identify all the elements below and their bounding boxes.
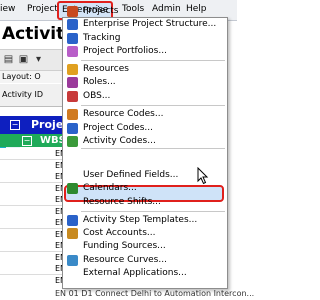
preview-icon[interactable]: ▣ (18, 54, 29, 65)
menu-item-label: Project Portfolios... (83, 46, 167, 56)
menu-item-cost-accounts[interactable]: Cost Accounts... (63, 227, 227, 240)
menu-item-resource-curves[interactable]: Resource Curves... (63, 254, 227, 267)
menu-separator (81, 148, 225, 149)
table-row[interactable]: EN (0, 240, 66, 252)
table-row[interactable]: EN (0, 274, 66, 287)
table-row[interactable]: EN (0, 228, 66, 241)
menu-item-label: Enterprise Project Structure... (83, 19, 217, 29)
layout-label: Layout: O (2, 72, 41, 81)
menu-item-enterprise-project-structure[interactable]: Enterprise Project Structure... (63, 18, 227, 31)
table-row[interactable]: EN (0, 205, 66, 218)
projects-icon (67, 6, 78, 17)
menu-item-label: Resources (83, 64, 129, 74)
column-header-activity-id[interactable]: Activity ID (0, 84, 67, 107)
menu-item-resources[interactable]: Resources (63, 63, 227, 76)
menu-item-label: User Defined Fields... (83, 170, 179, 180)
menu-separator (81, 105, 225, 106)
menu-item-label: External Applications... (83, 268, 187, 278)
project-label: Proje (31, 118, 64, 131)
dropdown-icon[interactable]: ▾ (33, 54, 44, 65)
activity-codes-icon (67, 136, 78, 147)
layout-selector[interactable]: Layout: O (0, 71, 67, 83)
table-row[interactable]: EN (0, 263, 66, 275)
eps-icon (67, 19, 78, 30)
toolbar: ▤ ▣ ▾ (0, 49, 65, 71)
menu-item-label: Projects (83, 6, 119, 16)
table-row[interactable]: EN (0, 194, 66, 206)
menu-item-label: Calendars... (83, 183, 137, 193)
resource-curves-icon (67, 255, 78, 266)
roles-icon (67, 77, 78, 88)
table-row[interactable]: EN (0, 171, 66, 183)
wbs-row[interactable]: WBS (0, 134, 65, 147)
portfolio-icon (67, 46, 78, 57)
obs-icon (67, 91, 78, 102)
tracking-icon (67, 33, 78, 44)
enterprise-menu: Projects Enterprise Project Structure... T… (62, 6, 228, 289)
menu-item-activity-codes[interactable]: Activity Codes... (63, 135, 227, 148)
menu-item-obs[interactable]: OBS... (63, 90, 227, 103)
calendar-icon (67, 183, 78, 194)
mouse-cursor-icon (197, 167, 209, 185)
step-templates-icon (67, 215, 78, 226)
menu-item-funding-sources[interactable]: Funding Sources... (63, 240, 227, 253)
menu-item-label: OBS... (83, 91, 111, 101)
menu-item-label: Tracking (83, 33, 121, 43)
menu-item-tracking[interactable]: Tracking (63, 32, 227, 45)
table-row[interactable]: EN (0, 217, 66, 229)
table-row[interactable]: EN (0, 148, 66, 160)
table-row[interactable]: EN (0, 159, 66, 172)
print-icon[interactable]: ▤ (3, 54, 14, 65)
menu-item-label: Funding Sources... (83, 241, 166, 251)
project-codes-icon (67, 123, 78, 134)
menu-item-resource-codes[interactable]: Resource Codes... (63, 108, 227, 121)
menu-item-resource-shifts[interactable]: Resource Shifts... (63, 196, 227, 209)
page-title: Activiti (2, 24, 67, 44)
menu-item-external-applications[interactable]: External Applications... (63, 267, 227, 280)
menu-item-label: Activity Step Templates... (83, 215, 198, 225)
menu-item-roles[interactable]: Roles... (63, 76, 227, 89)
menu-item-label: Project Codes... (83, 123, 153, 133)
menu-separator (81, 60, 225, 61)
menu-item-label: Roles... (83, 77, 116, 87)
menu-view[interactable]: iew (0, 4, 15, 15)
menu-item-label: Resource Shifts... (83, 197, 161, 207)
menu-item-projects[interactable]: Projects (63, 5, 227, 18)
table-row[interactable]: EN (0, 182, 66, 195)
menu-project[interactable]: Project (27, 4, 58, 15)
menu-item-project-codes[interactable]: Project Codes... (63, 122, 227, 135)
menu-item-label: Resource Curves... (83, 255, 167, 265)
menu-item-project-portfolios[interactable]: Project Portfolios... (63, 45, 227, 58)
menu-item-label: Resource Codes... (83, 109, 164, 119)
menu-item-label: Cost Accounts... (83, 228, 156, 238)
cost-accounts-icon (67, 228, 78, 239)
collapse-wbs-icon[interactable]: − (22, 136, 32, 146)
menu-separator (81, 211, 225, 212)
collapse-project-icon[interactable]: − (10, 120, 20, 130)
table-row[interactable]: EN (0, 251, 66, 264)
menu-item-activity-step-templates[interactable]: Activity Step Templates... (63, 214, 227, 227)
menu-item-label: Activity Codes... (83, 136, 156, 146)
resource-codes-icon (67, 109, 78, 120)
resources-icon (67, 64, 78, 75)
